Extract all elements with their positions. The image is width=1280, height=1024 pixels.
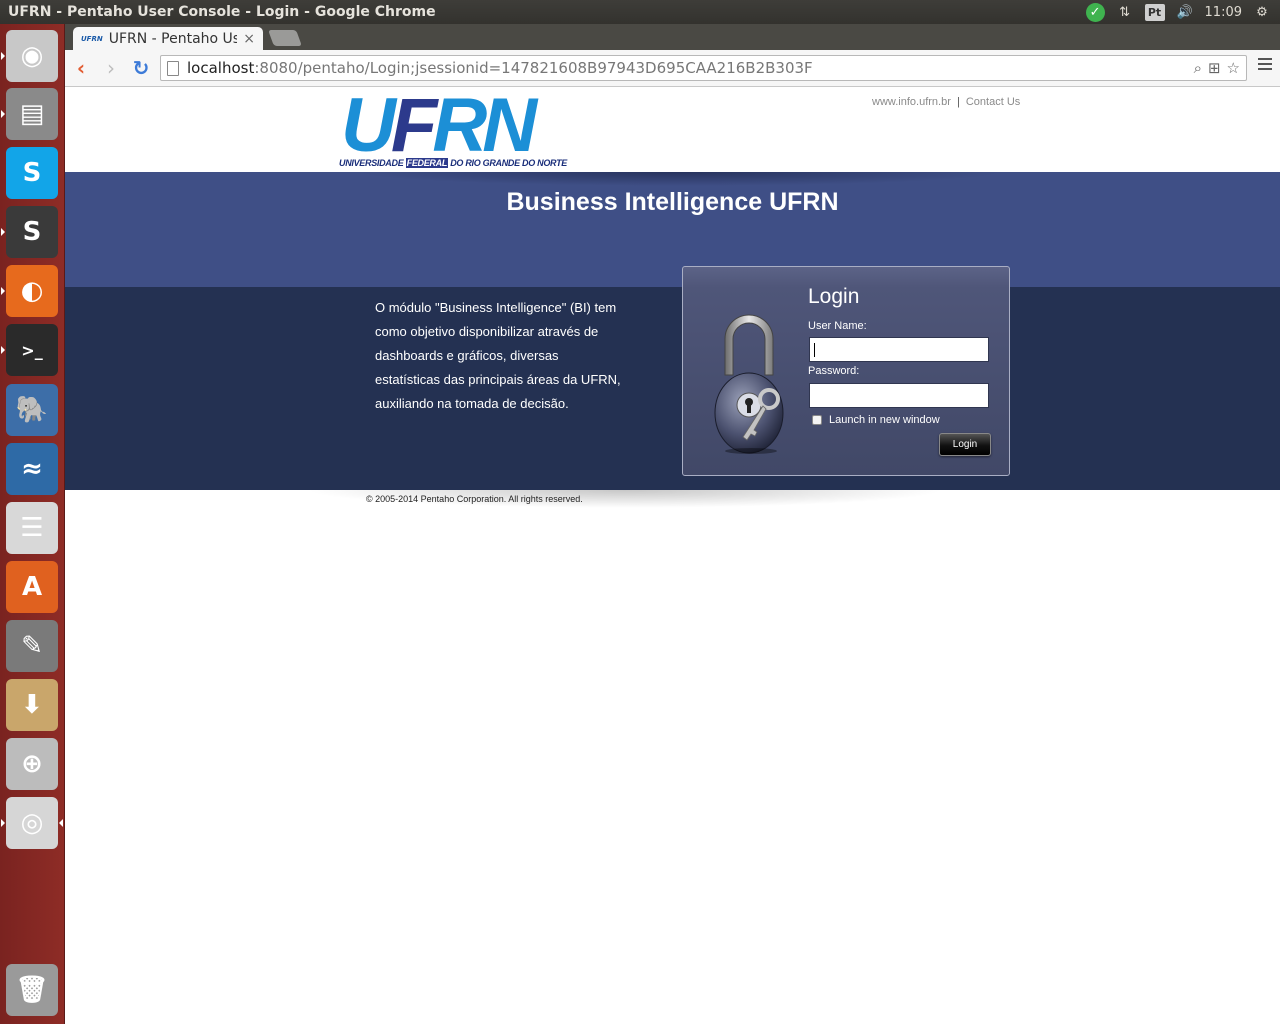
band-shadow [355, 172, 1005, 186]
launcher-running-indicator [1, 228, 5, 236]
tab-title: UFRN - Pentaho User Console - Login [108, 31, 238, 47]
padlock-icon [714, 314, 784, 454]
launcher-database-icon[interactable]: ☰ [6, 502, 58, 554]
address-bar[interactable]: localhost:8080/pentaho/Login;jsessionid=… [160, 55, 1247, 81]
bookmark-star-icon[interactable]: ☆ [1227, 59, 1240, 77]
logo-subtitle-left: UNIVERSIDADE [339, 158, 406, 168]
forward-arrow-icon[interactable]: › [97, 54, 125, 82]
launcher-running-indicator [1, 346, 5, 354]
site-link[interactable]: www.info.ufrn.br [872, 96, 951, 108]
logo-subtitle-right: DO RIO GRANDE DO NORTE [448, 158, 567, 168]
translate-icon[interactable]: ⊞ [1208, 59, 1221, 77]
tab-active[interactable]: UFRN UFRN - Pentaho User Console - Login… [73, 27, 263, 51]
page-title: Business Intelligence UFRN [506, 188, 839, 216]
launch-new-window-checkbox[interactable] [812, 415, 822, 425]
launcher-firefox-icon[interactable]: ◐ [6, 265, 58, 317]
copyright: © 2005-2014 Pentaho Corporation. All rig… [366, 494, 583, 504]
system-tray: ✓ ⇅ Pt 🔊 11:09 ⚙ [1085, 2, 1280, 22]
contact-us-link[interactable]: Contact Us [966, 96, 1020, 108]
launcher-sublime-text-icon[interactable]: S [6, 206, 58, 258]
keyboard-layout-indicator[interactable]: Pt [1144, 3, 1165, 21]
update-check-icon[interactable]: ✓ [1085, 2, 1105, 22]
logo-subtitle-mid: FEDERAL [405, 158, 449, 168]
tab-strip: UFRN UFRN - Pentaho User Console - Login… [65, 24, 1280, 51]
launcher-system-settings-icon[interactable]: ✎ [6, 620, 58, 672]
launcher-focused-indicator [59, 819, 63, 827]
launcher-running-indicator [1, 287, 5, 295]
launcher-skype-icon[interactable]: S [6, 147, 58, 199]
volume-icon[interactable]: 🔊 [1175, 3, 1195, 21]
logo-letter-f: F [390, 88, 437, 168]
settings-gear-icon[interactable]: ⚙ [1252, 3, 1272, 21]
link-separator: | [956, 96, 960, 108]
launcher-mysql-workbench-icon[interactable]: ≈ [6, 443, 58, 495]
clock[interactable]: 11:09 [1205, 5, 1242, 20]
launch-new-window-label[interactable]: Launch in new window [829, 414, 940, 426]
back-arrow-icon[interactable]: ‹ [67, 54, 95, 82]
header-links: www.info.ufrn.br | Contact Us [872, 96, 1020, 108]
url-path: :8080/pentaho/Login;jsessionid=147821608… [254, 59, 813, 77]
launcher-running-indicator [1, 52, 5, 60]
launcher-chrome-icon[interactable]: ◎ [6, 797, 58, 849]
username-label: User Name: [808, 320, 867, 332]
top-panel: UFRN - Pentaho User Console - Login - Go… [0, 0, 1280, 24]
login-panel: Login User Name: Password: Launch in new… [682, 266, 1010, 476]
browser-toolbar: ‹ › ↻ localhost:8080/pentaho/Login;jsess… [65, 50, 1280, 87]
chrome-menu-icon[interactable] [1258, 58, 1272, 70]
new-tab-button[interactable] [268, 30, 302, 46]
url-host: localhost [187, 59, 255, 77]
reload-icon[interactable]: ↻ [127, 54, 155, 82]
launcher: ◉ ▤ S S ◐ >_ 🐘 ≈ ☰ A ✎ ⬇ ⊕ ◎ 🗑 [0, 24, 65, 1024]
username-field[interactable] [809, 337, 989, 362]
page-content: UFRN UNIVERSIDADE FEDERAL DO RIO GRANDE … [65, 88, 1280, 1024]
ufrn-logo[interactable]: UFRN UNIVERSIDADE FEDERAL DO RIO GRANDE … [339, 88, 567, 172]
tab-close-icon[interactable]: × [243, 31, 255, 47]
logo-subtitle: UNIVERSIDADE FEDERAL DO RIO GRANDE DO NO… [339, 158, 567, 168]
logo-letter-u: U [341, 88, 396, 168]
search-icon[interactable]: ⌕ [1194, 59, 1202, 77]
page-icon [167, 60, 179, 76]
launcher-files-icon[interactable]: ▤ [6, 88, 58, 140]
launcher-screenshot-tool-icon[interactable]: ⊕ [6, 738, 58, 790]
content-band [65, 287, 1280, 490]
text-caret [814, 343, 815, 357]
password-label: Password: [808, 365, 860, 377]
launcher-pgadmin-icon[interactable]: 🐘 [6, 384, 58, 436]
login-title: Login [808, 285, 860, 308]
launcher-trash-icon[interactable]: 🗑 [6, 964, 58, 1016]
intro-text: O módulo "Business Intelligence" (BI) te… [375, 300, 621, 411]
launcher-software-center-icon[interactable]: A [6, 561, 58, 613]
launcher-running-indicator [1, 110, 5, 118]
logo-letters: UFRN [341, 88, 537, 164]
launcher-archive-manager-icon[interactable]: ⬇ [6, 679, 58, 731]
launcher-running-indicator [1, 819, 5, 827]
password-field[interactable] [809, 383, 989, 408]
window-title: UFRN - Pentaho User Console - Login - Go… [8, 4, 436, 20]
logo-letters-rn: RN [432, 88, 537, 168]
ufrn-favicon-icon: UFRN [81, 35, 103, 43]
launcher-ubuntu-dash-icon[interactable]: ◉ [6, 30, 58, 82]
launcher-terminal-icon[interactable]: >_ [6, 324, 58, 376]
network-icon[interactable]: ⇅ [1115, 3, 1135, 21]
login-button[interactable]: Login [939, 433, 991, 456]
